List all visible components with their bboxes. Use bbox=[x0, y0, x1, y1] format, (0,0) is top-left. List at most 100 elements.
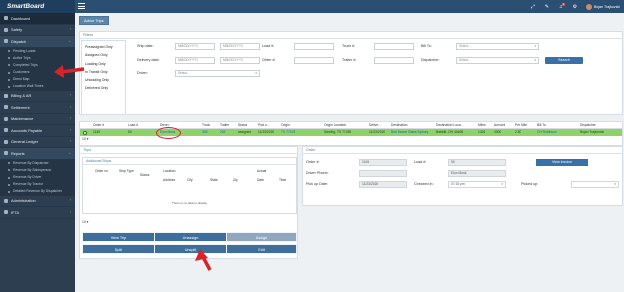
order-label: Order #: bbox=[262, 58, 276, 62]
table-row[interactable]: 1145 50 Elon Musk 303 202 assigned 11/23… bbox=[80, 127, 622, 139]
ifta-icon bbox=[4, 210, 8, 215]
sidebar-sub-active-trips[interactable]: Active Trips bbox=[0, 55, 75, 62]
edit-button[interactable]: Edit bbox=[226, 244, 297, 254]
col-date[interactable]: Date bbox=[257, 178, 264, 182]
ship-date-to-input[interactable]: MM/DD/YYYY bbox=[220, 43, 260, 50]
col-actual: Actual bbox=[257, 169, 267, 173]
top-icons: ⤢ ✎ ♫ 1 ⚙ Bojan Trajkovski bbox=[530, 0, 620, 13]
cell-trailer[interactable]: 202 bbox=[220, 129, 226, 136]
col-trailer[interactable]: Trailer bbox=[220, 122, 229, 129]
no-data-message: There is no data to display bbox=[171, 201, 208, 205]
view-invoice-button[interactable]: View invoice bbox=[536, 159, 588, 166]
col-load[interactable]: Load # bbox=[128, 122, 138, 129]
stops-page-size[interactable]: 10 ▾ bbox=[82, 220, 88, 224]
chevron-icon: ‹ bbox=[69, 198, 71, 203]
col-pickup[interactable]: Pick u... bbox=[258, 122, 270, 129]
col-time[interactable]: Time bbox=[279, 178, 286, 182]
cell-destination[interactable]: Bob Moore Glass Sydney bbox=[391, 129, 428, 136]
col-bill-to[interactable]: Bill To bbox=[537, 122, 546, 129]
hamburger-menu-icon[interactable] bbox=[78, 3, 85, 9]
sidebar-item-settlement[interactable]: Settlement ‹ bbox=[0, 102, 75, 114]
sidebar-item-general-ledger[interactable]: General Ledger ‹ bbox=[0, 137, 75, 149]
sidebar-sub-revenue-salesperson[interactable]: Revenue By Salesperson bbox=[0, 167, 75, 174]
unsplit-button[interactable]: Unsplit bbox=[154, 244, 227, 254]
driver-select[interactable]: Select... bbox=[175, 70, 260, 77]
user-menu[interactable]: Bojan Trajkovski bbox=[585, 3, 620, 10]
col-truck[interactable]: Truck bbox=[202, 122, 210, 129]
picked-up-select[interactable] bbox=[571, 181, 619, 188]
cell-origin-location: Sterling, TX 77459 bbox=[324, 130, 352, 134]
settings-icon[interactable]: ⚙ bbox=[572, 4, 578, 10]
sidebar-item-billing[interactable]: Billing & AR ‹ bbox=[0, 91, 75, 103]
sidebar-item-ifta[interactable]: IFTA ‹ bbox=[0, 207, 75, 219]
status-option[interactable]: In Transit Only bbox=[82, 68, 125, 76]
order-input[interactable] bbox=[294, 57, 334, 64]
sidebar-item-dashboard[interactable]: Dashboard bbox=[0, 13, 75, 25]
sidebar-item-safety[interactable]: Safety ‹ bbox=[0, 25, 75, 36]
col-order[interactable]: Order # bbox=[93, 122, 104, 129]
additional-stops-title: Additional Stops bbox=[83, 158, 296, 165]
status-option[interactable]: Loading Only bbox=[82, 60, 125, 68]
delivery-date-to-input[interactable]: MM/DD/YYYY bbox=[220, 57, 260, 64]
load-input[interactable] bbox=[294, 43, 334, 50]
truck-input[interactable] bbox=[374, 43, 414, 50]
cell-origin[interactable]: TX 77478 bbox=[281, 129, 295, 136]
col-dispatcher[interactable]: Dispatcher bbox=[580, 122, 596, 129]
checked-in-select[interactable]: 07:15 pm bbox=[448, 181, 506, 188]
status-option[interactable]: Delivered Only bbox=[82, 84, 125, 92]
cell-truck[interactable]: 303 bbox=[202, 129, 208, 136]
col-stop-type[interactable]: Stop Type bbox=[119, 169, 134, 173]
col-state[interactable]: State bbox=[210, 178, 218, 182]
edit-icon[interactable]: ✎ bbox=[544, 4, 550, 10]
ship-date-from-input[interactable]: MM/DD/YYYY bbox=[175, 43, 215, 50]
status-option[interactable]: Preassigned Only bbox=[82, 43, 125, 51]
expand-icon[interactable]: ⤢ bbox=[530, 4, 536, 10]
col-destination-location[interactable]: Destination Loca... bbox=[436, 122, 463, 129]
sidebar-sub-revenue-tractor[interactable]: Revenue By Tractor bbox=[0, 181, 75, 188]
reports-submenu: Revenue By Dispatcher Revenue By Salespe… bbox=[0, 159, 75, 196]
sidebar-sub-revenue-driver[interactable]: Revenue By Driver bbox=[0, 174, 75, 181]
chevron-icon: ‹ bbox=[69, 116, 71, 121]
unassign-button[interactable]: Unassign bbox=[154, 232, 227, 242]
sidebar-item-reports[interactable]: Reports ⌄ bbox=[0, 148, 75, 160]
col-per-mile[interactable]: Per Mile bbox=[515, 122, 527, 129]
col-zip[interactable]: Zip bbox=[233, 178, 238, 182]
sidebar-item-accounts-payable[interactable]: Accounts Payable ‹ bbox=[0, 125, 75, 137]
sidebar-item-maintenance[interactable]: Maintenance ‹ bbox=[0, 114, 75, 126]
cell-pickup: 11/23/2020 bbox=[258, 130, 275, 134]
avatar bbox=[585, 3, 592, 10]
col-miles[interactable]: Miles bbox=[478, 122, 486, 129]
row-select-radio[interactable] bbox=[83, 130, 87, 135]
status-filter-list[interactable]: Preassigned Only Assigned Only Loading O… bbox=[81, 40, 126, 115]
sidebar-item-administration[interactable]: Administration ‹ bbox=[0, 196, 75, 208]
split-button[interactable]: Split bbox=[82, 244, 155, 254]
delivery-date-from-input[interactable]: MM/DD/YYYY bbox=[175, 57, 215, 64]
brand-logo[interactable]: SmartBoard bbox=[0, 0, 75, 13]
col-city[interactable]: City bbox=[187, 178, 193, 182]
view-trip-button[interactable]: View Trip bbox=[82, 232, 155, 242]
bill-to-select[interactable]: Select... bbox=[456, 43, 539, 50]
sidebar-sub-revenue-dispatcher[interactable]: Revenue By Dispatcher bbox=[0, 160, 75, 167]
col-delivery[interactable]: Delive... bbox=[369, 122, 381, 129]
cell-bill-to[interactable]: CH Robinson bbox=[537, 129, 557, 136]
status-option[interactable]: Unloading Only bbox=[82, 76, 125, 84]
dispatcher-select[interactable]: Select... bbox=[456, 57, 539, 64]
col-amount[interactable]: Amount bbox=[494, 122, 505, 129]
sidebar-item-dispatch[interactable]: Dispatch ⌄ bbox=[0, 36, 75, 48]
bell-icon[interactable]: ♫ 1 bbox=[558, 2, 566, 10]
tab-active-trips[interactable]: Active Trips bbox=[79, 16, 109, 25]
trailer-input[interactable] bbox=[374, 57, 414, 64]
col-address[interactable]: Address bbox=[163, 178, 175, 182]
status-option[interactable]: Assigned Only bbox=[82, 51, 125, 59]
col-order-no[interactable]: Order no bbox=[95, 169, 108, 173]
search-button[interactable]: Search bbox=[545, 57, 583, 64]
col-status[interactable]: Status bbox=[238, 122, 247, 129]
col-status[interactable]: Status bbox=[140, 173, 149, 177]
sidebar-sub-pending-loads[interactable]: Pending Loads bbox=[0, 48, 75, 55]
assign-button[interactable]: Assign bbox=[226, 232, 297, 242]
col-origin[interactable]: Origin bbox=[281, 122, 290, 129]
col-origin-location[interactable]: Origin Location bbox=[324, 122, 346, 129]
grid-page-size[interactable]: 10 ▾ bbox=[82, 137, 88, 141]
cell-per-mile: 2.80 bbox=[515, 130, 522, 134]
col-destination[interactable]: Destination bbox=[391, 122, 408, 129]
